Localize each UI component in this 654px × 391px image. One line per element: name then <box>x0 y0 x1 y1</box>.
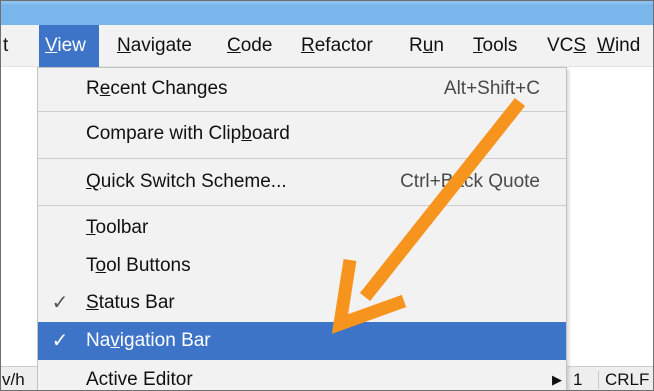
menu-tools-mnemonic: T <box>473 35 483 56</box>
menu-run-pre: R <box>409 35 423 56</box>
status-bar-label: Status Bar <box>86 292 175 313</box>
menu-file-fragment[interactable]: t <box>1 25 14 67</box>
title-bar-highlight <box>1 1 653 4</box>
menu-vcs[interactable]: VCS <box>541 25 592 67</box>
menu-separator <box>38 205 566 206</box>
menu-file-fragment-label: t <box>3 35 9 56</box>
active-editor-label: Active Editor <box>86 369 193 390</box>
menu-item-navigation-bar[interactable]: ✓ Navigation Bar <box>38 322 566 360</box>
menu-item-tool-buttons[interactable]: Tool Buttons <box>38 247 566 285</box>
status-line-column[interactable]: 1 <box>567 367 601 390</box>
menu-code-mnemonic: C <box>227 35 241 56</box>
toolbar-label: Toolbar <box>86 217 149 238</box>
menu-separator <box>38 111 566 112</box>
title-bar <box>1 1 653 25</box>
menu-separator <box>38 158 566 159</box>
view-menu-dropdown: Recent Changes Alt+Shift+C Compare with … <box>37 67 567 390</box>
menu-tools-rest: ools <box>482 35 518 56</box>
menu-code[interactable]: Code <box>221 25 278 67</box>
menu-window-mnemonic: W <box>597 35 615 56</box>
menu-navigate[interactable]: Navigate <box>111 25 198 67</box>
menu-vcs-mnemonic: S <box>573 35 587 56</box>
menu-window-rest: ind <box>614 35 641 56</box>
submenu-arrow-icon: ▶ <box>552 372 562 387</box>
menu-item-toolbar[interactable]: Toolbar <box>38 209 566 247</box>
checkmark-icon: ✓ <box>51 292 69 314</box>
quick-switch-scheme-label: Quick Switch Scheme... <box>86 171 287 192</box>
menu-run[interactable]: Run <box>403 25 450 67</box>
menu-navigate-mnemonic: N <box>117 35 131 56</box>
status-line-separator[interactable]: CRLF <box>599 367 653 390</box>
menu-view[interactable]: View <box>39 25 99 67</box>
recent-changes-label: Recent Changes <box>86 78 228 99</box>
quick-switch-scheme-shortcut: Ctrl+Back Quote <box>400 171 540 192</box>
menu-item-recent-changes[interactable]: Recent Changes Alt+Shift+C <box>38 70 566 108</box>
tool-buttons-label: Tool Buttons <box>86 255 191 276</box>
menu-navigate-rest: avigate <box>130 35 193 56</box>
menu-refactor-rest: efactor <box>314 35 373 56</box>
compare-with-clipboard-label: Compare with Clipboard <box>86 123 290 144</box>
recent-changes-shortcut: Alt+Shift+C <box>443 78 540 99</box>
menu-run-rest: n <box>433 35 444 56</box>
menu-item-quick-switch-scheme[interactable]: Quick Switch Scheme... Ctrl+Back Quote <box>38 163 566 201</box>
menu-item-compare-with-clipboard[interactable]: Compare with Clipboard <box>38 115 566 153</box>
status-line-column-label: 1 <box>573 370 583 389</box>
checkmark-icon: ✓ <box>51 330 69 352</box>
menu-run-mnemonic: u <box>422 35 434 56</box>
menu-bar: t View Navigate Code Refactor Run Tools … <box>1 25 653 67</box>
editor-area[interactable] <box>567 67 653 367</box>
menu-item-active-editor[interactable]: Active Editor ▶ <box>38 361 566 390</box>
menu-refactor-mnemonic: R <box>301 35 315 56</box>
ide-window: t View Navigate Code Refactor Run Tools … <box>0 0 654 391</box>
menu-window[interactable]: Wind <box>591 25 646 67</box>
menu-vcs-pre: VC <box>547 35 574 56</box>
menu-item-status-bar[interactable]: ✓ Status Bar <box>38 284 566 322</box>
menu-refactor[interactable]: Refactor <box>295 25 379 67</box>
status-line-separator-label: CRLF <box>605 370 650 389</box>
menu-view-mnemonic: V <box>45 35 58 56</box>
navigation-bar-label: Navigation Bar <box>86 330 211 351</box>
menu-tools[interactable]: Tools <box>467 25 523 67</box>
menu-code-rest: ode <box>240 35 273 56</box>
status-path-fragment: v/h <box>2 370 25 389</box>
menu-view-rest: iew <box>57 35 86 56</box>
